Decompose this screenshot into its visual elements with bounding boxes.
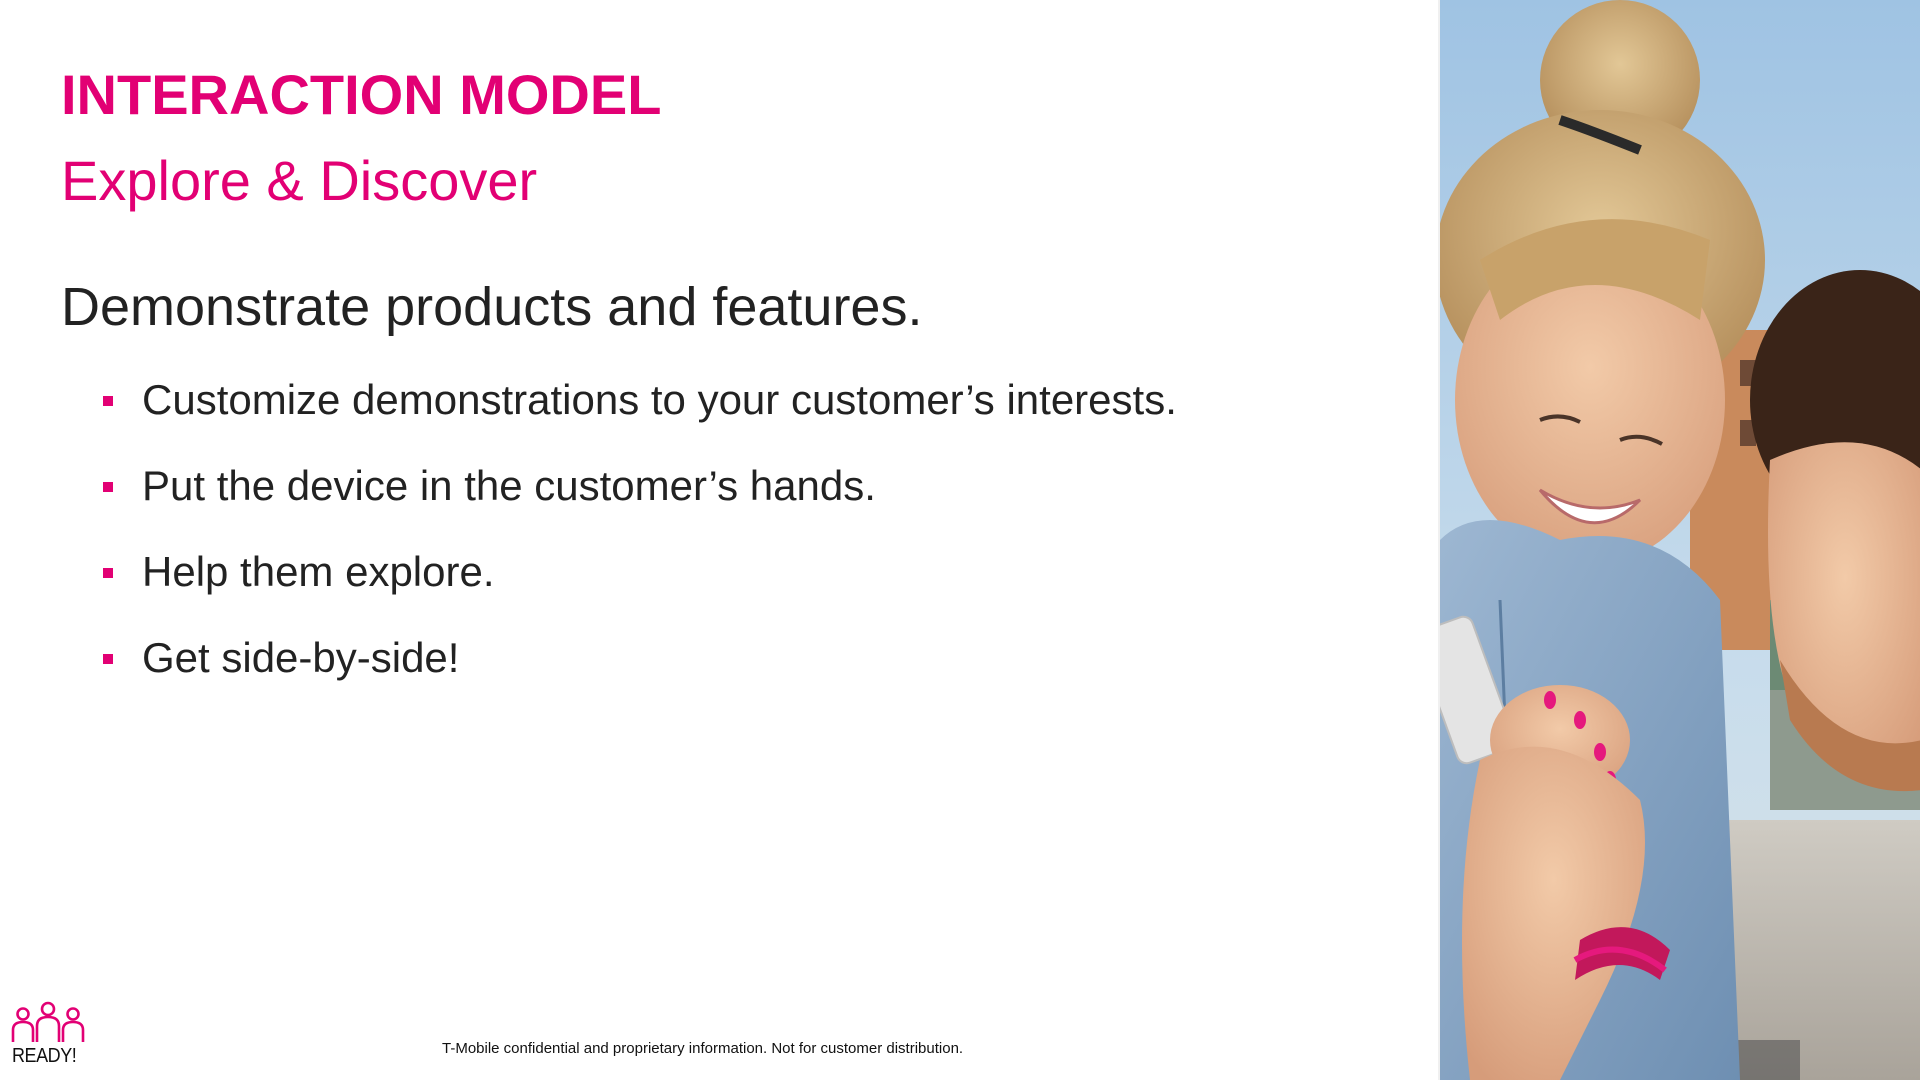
confidentiality-footer: T-Mobile confidential and proprietary in…	[442, 1040, 964, 1057]
ready-people-icon	[11, 1001, 85, 1042]
bullet-item: Put the device in the customer’s hands.	[100, 456, 1177, 542]
bullet-text: Help them explore.	[142, 548, 495, 595]
square-bullet-icon	[103, 396, 113, 406]
square-bullet-icon	[103, 568, 113, 578]
slide-title: INTERACTION MODEL	[61, 63, 662, 126]
bullet-text: Customize demonstrations to your custome…	[142, 376, 1177, 423]
photo-illustration	[1440, 0, 1920, 1080]
bullet-item: Get side-by-side!	[100, 628, 1177, 714]
lead-statement: Demonstrate products and features.	[61, 277, 923, 337]
square-bullet-icon	[103, 482, 113, 492]
bullet-list: Customize demonstrations to your custome…	[100, 370, 1177, 714]
slide: INTERACTION MODEL Explore & Discover Dem…	[0, 0, 1920, 1080]
slide-subtitle: Explore & Discover	[61, 149, 538, 212]
logo-text: READY!	[12, 1045, 77, 1067]
ready-team-logo-icon: READY!	[10, 1000, 86, 1070]
square-bullet-icon	[103, 654, 113, 664]
people-with-phone-photo	[1438, 0, 1920, 1080]
bullet-text: Get side-by-side!	[142, 634, 460, 681]
bullet-text: Put the device in the customer’s hands.	[142, 462, 876, 509]
bullet-item: Customize demonstrations to your custome…	[100, 370, 1177, 456]
bullet-item: Help them explore.	[100, 542, 1177, 628]
